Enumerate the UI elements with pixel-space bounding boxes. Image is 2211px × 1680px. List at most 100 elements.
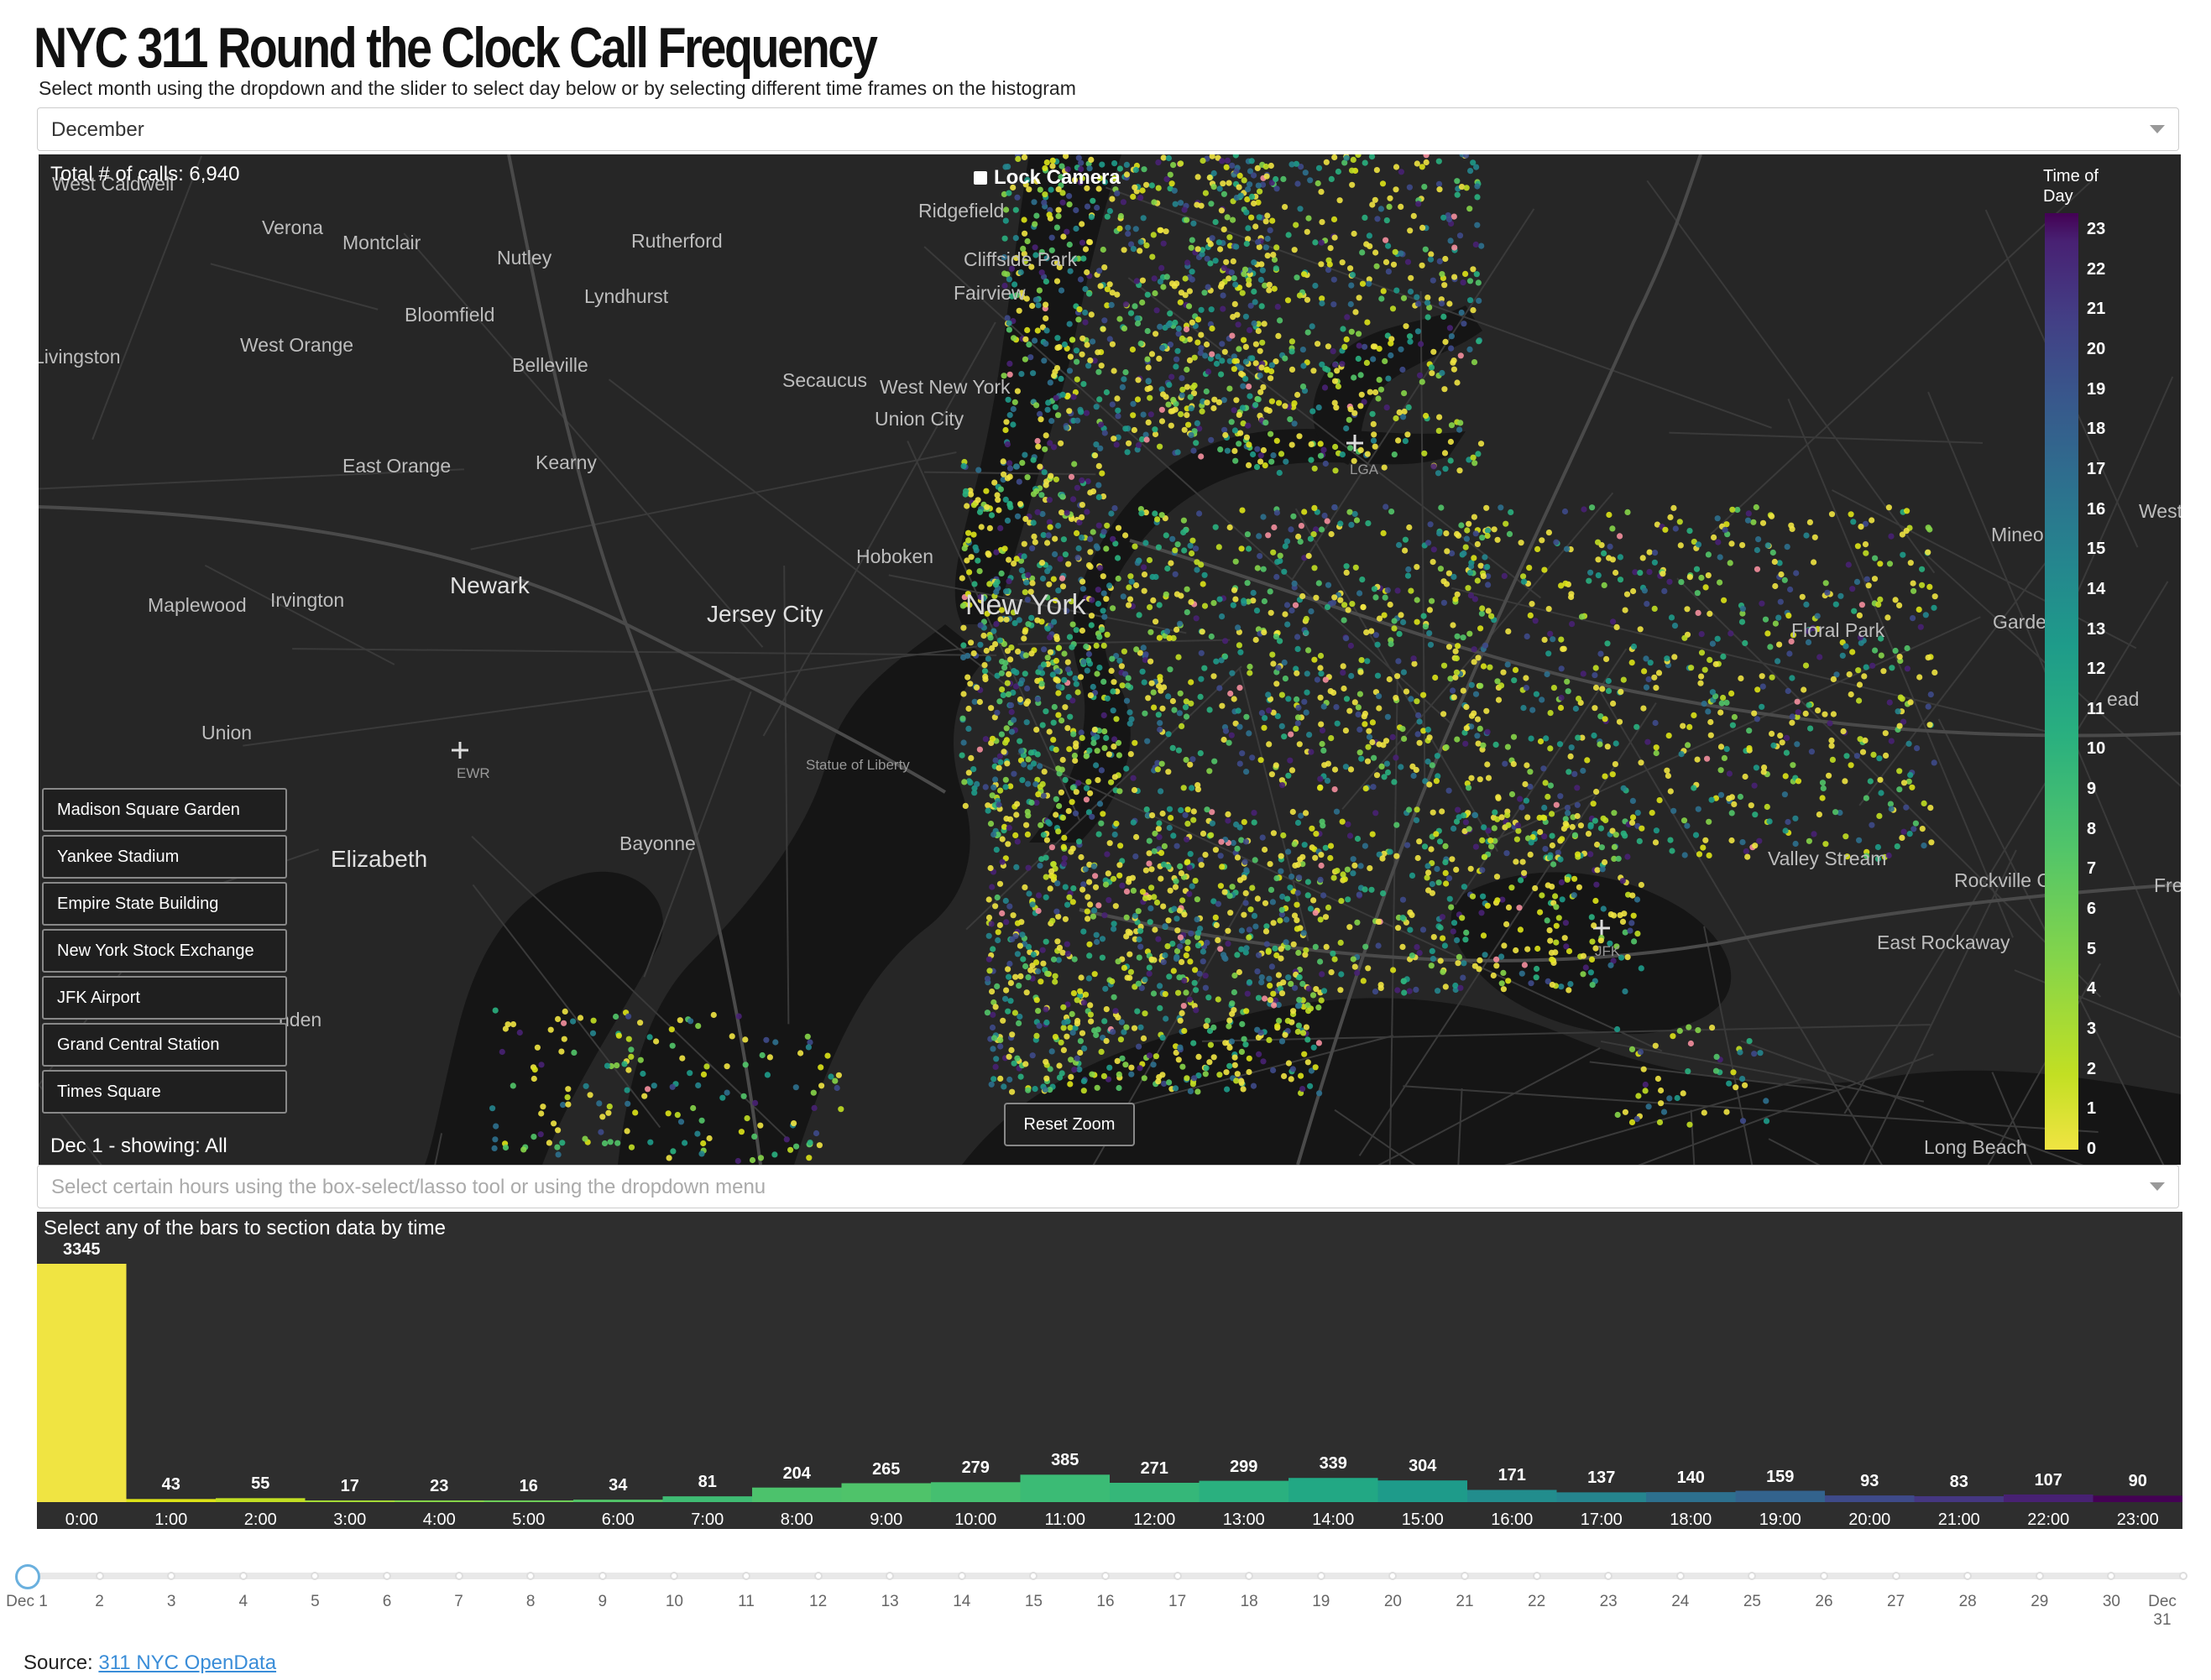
call-point: [1049, 157, 1056, 164]
call-point: [1117, 1036, 1124, 1043]
chevron-down-icon[interactable]: [2150, 1182, 2165, 1191]
call-point: [1137, 1065, 1143, 1072]
slider-mark[interactable]: [1461, 1572, 1469, 1580]
call-point: [1456, 814, 1462, 821]
call-point: [1429, 880, 1435, 888]
call-point: [1577, 822, 1584, 829]
call-point: [1153, 1053, 1159, 1060]
histogram-bar[interactable]: [126, 1499, 217, 1502]
call-map[interactable]: West Caldwell Verona Montclair Nutley Ru…: [39, 154, 2181, 1165]
call-point: [1356, 726, 1363, 733]
month-dropdown[interactable]: December: [37, 107, 2179, 151]
histogram-bar[interactable]: [2004, 1494, 2093, 1502]
histogram-bar[interactable]: [1199, 1480, 1289, 1502]
slider-handle[interactable]: [15, 1564, 40, 1589]
histogram-bar[interactable]: [1735, 1490, 1826, 1502]
lock-camera-toggle[interactable]: Lock Camera: [974, 166, 1121, 190]
call-point: [1145, 364, 1152, 371]
histogram-bar[interactable]: [483, 1500, 574, 1502]
histogram-bar[interactable]: [1914, 1495, 2005, 1502]
slider-mark[interactable]: [1101, 1572, 1110, 1580]
slider-mark[interactable]: [957, 1572, 966, 1580]
call-point: [1356, 891, 1362, 898]
call-point: [1035, 968, 1042, 975]
call-point: [1484, 902, 1491, 909]
call-point: [1912, 820, 1919, 827]
histogram-bar[interactable]: [37, 1264, 127, 1502]
call-point: [1210, 673, 1217, 680]
call-point: [614, 1140, 621, 1146]
histogram-bar[interactable]: [662, 1496, 753, 1502]
slider-mark[interactable]: [1891, 1572, 1900, 1580]
call-point: [1191, 382, 1198, 389]
slider-mark[interactable]: [2179, 1572, 2187, 1580]
jfk-airport-button[interactable]: JFK Airport: [42, 976, 287, 1020]
call-point: [1004, 517, 1011, 524]
call-point: [1362, 886, 1368, 893]
call-point: [1848, 762, 1854, 769]
slider-mark[interactable]: [454, 1572, 463, 1580]
colorbar-tick: 9: [2087, 780, 2097, 799]
slider-mark[interactable]: [95, 1572, 104, 1580]
slider-mark[interactable]: [1675, 1572, 1685, 1580]
chevron-down-icon[interactable]: [2150, 125, 2165, 133]
call-point: [1093, 762, 1100, 769]
call-point: [1352, 309, 1359, 316]
slider-mark[interactable]: [1173, 1572, 1182, 1580]
call-point: [1709, 640, 1716, 647]
call-point: [1401, 735, 1408, 743]
day-slider[interactable]: Dec 1 2 3 4 5 6 7 8 9 10 11 12 13 14 15 16 17 18 19 20 21 22 2…: [6, 1564, 2189, 1631]
histogram-bar[interactable]: [573, 1500, 663, 1502]
histogram-bar[interactable]: [1110, 1482, 1200, 1502]
slider-mark[interactable]: [2035, 1572, 2044, 1580]
reset-zoom-button[interactable]: Reset Zoom: [1004, 1103, 1135, 1146]
madison-square-garden-button[interactable]: Madison Square Garden: [42, 788, 287, 832]
yankee-stadium-button[interactable]: Yankee Stadium: [42, 835, 287, 879]
histogram-bar[interactable]: [1825, 1495, 1915, 1502]
slider-mark[interactable]: [1316, 1572, 1325, 1580]
histogram-bar[interactable]: [1288, 1478, 1378, 1502]
grand-central-station-button[interactable]: Grand Central Station: [42, 1023, 287, 1067]
call-point: [1247, 906, 1254, 913]
call-point: [1294, 720, 1301, 727]
slider-mark[interactable]: [1532, 1572, 1541, 1580]
histogram-bar[interactable]: [1646, 1492, 1736, 1502]
slider-mark[interactable]: [238, 1572, 248, 1580]
histogram-bar[interactable]: [841, 1483, 932, 1502]
call-point: [1257, 458, 1264, 465]
new-york-stock-exchange-button[interactable]: New York Stock Exchange: [42, 929, 287, 973]
source-link[interactable]: 311 NYC OpenData: [98, 1651, 276, 1674]
histogram-bar[interactable]: [931, 1482, 1021, 1502]
call-point: [1317, 785, 1324, 791]
times-square-button[interactable]: Times Square: [42, 1070, 287, 1114]
histogram-bar[interactable]: [216, 1498, 306, 1502]
histogram-bar[interactable]: [395, 1500, 484, 1502]
histogram-bar[interactable]: [305, 1500, 395, 1502]
call-point: [1022, 884, 1028, 890]
slider-mark[interactable]: [1820, 1572, 1828, 1580]
slider-mark[interactable]: [383, 1572, 391, 1580]
call-point: [1150, 1062, 1157, 1068]
histogram-bar[interactable]: [2093, 1495, 2183, 1502]
histogram-bar[interactable]: [1556, 1492, 1647, 1502]
slider-mark[interactable]: [742, 1572, 750, 1580]
call-point: [1151, 848, 1158, 854]
histogram-bar[interactable]: [1020, 1474, 1111, 1502]
call-point: [1247, 326, 1253, 333]
slider-mark[interactable]: [598, 1572, 607, 1580]
call-point: [1275, 972, 1282, 978]
map-canvas[interactable]: [39, 154, 2181, 1165]
slider-mark[interactable]: [813, 1572, 823, 1580]
checkbox-icon[interactable]: [974, 171, 987, 185]
hour-histogram[interactable]: Select any of the bars to section data b…: [37, 1212, 2182, 1529]
call-point: [1172, 571, 1179, 577]
histogram-bar[interactable]: [752, 1487, 842, 1502]
call-point: [1319, 740, 1325, 748]
call-point: [1426, 607, 1433, 613]
call-point: [1000, 1017, 1006, 1024]
histogram-bar[interactable]: [1377, 1480, 1468, 1502]
empire-state-building-button[interactable]: Empire State Building: [42, 882, 287, 926]
hours-dropdown[interactable]: Select certain hours using the box-selec…: [37, 1165, 2179, 1208]
call-point: [1330, 301, 1337, 308]
histogram-bar[interactable]: [1467, 1490, 1557, 1502]
